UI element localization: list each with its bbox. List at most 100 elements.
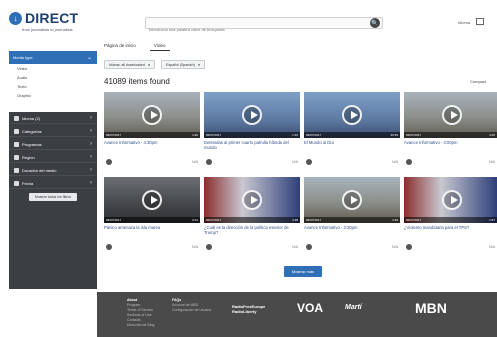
sidebar-item-programas[interactable]: Programas › [9,139,97,150]
sidebar-item-categorias[interactable]: Categorías › [9,126,97,137]
card-footer: N/A [404,244,497,252]
play-icon[interactable] [142,105,162,125]
option-texto[interactable]: Texto [9,82,97,91]
filter-sidebar: Media type ⌄ Video Audio Texto Graphic I… [9,51,97,289]
search-icon[interactable]: 🔍 [370,18,380,28]
sidebar-item-label: Fecha [22,180,34,186]
results-count: 41089 items found [104,77,170,86]
video-card[interactable]: 06/07/2017 2:41 Pánico amenaza la isla ma… [104,177,200,253]
video-title[interactable]: Avance Informativo - 4:00pm [404,140,497,145]
media-type-options: Video Audio Texto Graphic [9,64,97,112]
language-selector[interactable]: Idioma [458,20,470,25]
play-icon[interactable] [442,105,462,125]
video-title[interactable]: El Mundo al Día [304,140,400,145]
footer-link[interactable]: Dirección de Blog [127,323,154,328]
video-meta: 06/07/2017 2:41 [104,217,200,223]
video-title[interactable]: Avance Informativo - 3:30pm [304,225,400,230]
sidebar-item-region[interactable]: Región › [9,152,97,163]
video-thumbnail[interactable]: 06/07/2017 4:30 [304,177,400,223]
card-footer: N/A [204,159,300,167]
source-icon [106,159,112,165]
marti-logo[interactable]: Martí [345,304,362,311]
play-icon[interactable] [342,190,362,210]
video-date: 06/07/2017 [406,218,422,222]
video-date: 06/07/2017 [106,218,122,222]
video-date: 06/07/2017 [406,133,422,137]
video-meta: 06/07/2017 4:30 [104,132,200,138]
video-date: 06/07/2017 [306,133,322,137]
video-card[interactable]: 06/07/2017 4:05 Avance Informativo - 4:00… [404,92,497,168]
map-icon [14,154,19,160]
video-title[interactable]: ¿Cuál es la dirección de la política ext… [204,225,300,235]
video-card[interactable]: 06/07/2017 1:46 Detenidas al primer cuart… [204,92,300,168]
video-duration: 30:59 [390,133,398,137]
play-icon[interactable] [242,190,262,210]
chevron-right-icon: › [90,115,92,121]
option-graphic[interactable]: Graphic [9,91,97,100]
footer-col-faqs: FAQs Account de MBD Configuración de Usu… [172,298,212,313]
logo[interactable]: ↓ DIRECT [9,10,78,26]
na-label: N/A [489,245,495,249]
video-meta: 06/07/2017 30:59 [304,132,400,138]
filter-chip[interactable]: Idioma: all downloaded × [104,60,156,69]
video-thumbnail[interactable]: 06/07/2017 4:30 [104,92,200,138]
video-card[interactable]: 06/07/2017 4:30 Avance Informativo - 3:30… [304,177,400,253]
play-icon[interactable] [242,105,262,125]
video-thumbnail[interactable]: 06/07/2017 4:05 [404,92,497,138]
footer-link[interactable]: Configuración de Usuario [172,308,212,313]
breadcrumb-tabs: Página de inicio Vídeo [100,41,170,51]
filter-chip[interactable]: Español (Spanish) × [161,60,206,69]
na-label: N/A [392,245,398,249]
language-icon[interactable] [476,18,484,25]
clock-icon [14,167,19,173]
video-thumbnail[interactable]: 06/07/2017 1:57 [404,177,497,223]
video-thumbnail[interactable]: 06/07/2017 30:59 [304,92,400,138]
rferl-logo[interactable]: RadioFreeEurope RadioLiberty [232,304,282,314]
video-meta: 06/07/2017 4:30 [304,217,400,223]
video-meta: 06/07/2017 4:38 [204,217,300,223]
play-icon[interactable] [342,105,362,125]
video-duration: 1:46 [292,133,298,137]
tab-home[interactable]: Página de inicio [100,41,140,51]
na-label: N/A [392,160,398,164]
video-title[interactable]: Detenidas al primer cuarto patrulla híbr… [204,140,300,150]
search-input[interactable] [146,24,356,35]
logo-text: DIRECT [25,10,79,26]
source-icon [106,244,112,250]
video-duration: 4:30 [192,133,198,137]
video-meta: 06/07/2017 4:05 [404,132,497,138]
show-more-button[interactable]: Mostrar más [284,266,322,277]
mbn-logo[interactable]: MBN [415,300,447,316]
video-thumbnail[interactable]: 06/07/2017 2:41 [104,177,200,223]
tab-video[interactable]: Vídeo [149,41,170,51]
close-icon[interactable]: × [198,62,200,67]
video-card[interactable]: 06/07/2017 1:57 ¿Violento mandataria para… [404,177,497,253]
sidebar-item-label: Región [22,154,35,160]
option-audio[interactable]: Audio [9,73,97,82]
video-thumbnail[interactable]: 06/07/2017 1:46 [204,92,300,138]
video-card[interactable]: 06/07/2017 4:38 ¿Cuál es la dirección de … [204,177,300,253]
video-thumbnail[interactable]: 06/07/2017 4:38 [204,177,300,223]
sidebar-item-media-type[interactable]: Media type ⌄ [9,51,97,64]
video-title[interactable]: Avance Informativo - 4:30pm [104,140,200,145]
voa-logo[interactable]: VOA [297,301,323,315]
video-card[interactable]: 06/07/2017 4:30 Avance Informativo - 4:30… [104,92,200,168]
video-title[interactable]: ¿Violento mandataria para el TPS? [404,225,497,230]
close-icon[interactable]: × [148,62,150,67]
play-icon[interactable] [142,190,162,210]
na-label: N/A [192,245,198,249]
play-icon[interactable] [442,190,462,210]
video-card[interactable]: 06/07/2017 30:59 El Mundo al Día N/A [304,92,400,168]
sidebar-item-fecha[interactable]: Fecha › [9,178,97,189]
sidebar-item-idioma[interactable]: Idioma (2) › [9,113,97,124]
card-footer: N/A [304,159,400,167]
card-footer: N/A [204,244,300,252]
video-title[interactable]: Pánico amenaza la isla marea [104,225,200,230]
option-video[interactable]: Video [9,64,97,73]
compact-view-toggle[interactable]: Compact [470,79,486,84]
card-footer: N/A [404,159,497,167]
show-all-filters-button[interactable]: Mostrar todos los filtros [29,193,77,201]
video-duration: 2:41 [192,218,198,222]
sidebar-item-duracion[interactable]: Duración del medio › [9,165,97,176]
footer-col-about: About Program Terms of Service Sections … [127,298,154,328]
